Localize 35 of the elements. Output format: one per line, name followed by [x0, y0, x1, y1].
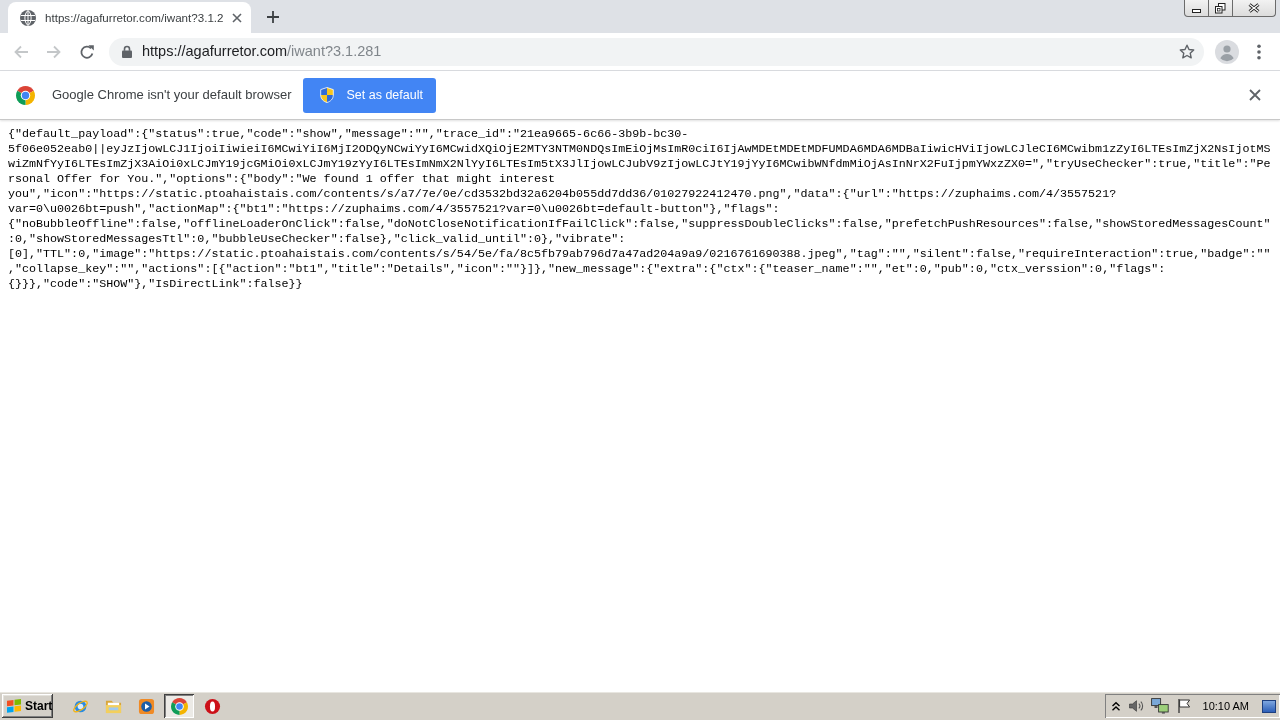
plus-icon[interactable]	[266, 11, 279, 23]
chevron-up-icon[interactable]	[1110, 700, 1121, 712]
close-window-button[interactable]	[1233, 0, 1276, 17]
browser-logo-icon	[16, 85, 35, 105]
infobar-message: Google Chrome isn't your default browser	[52, 86, 292, 105]
globe-icon	[20, 9, 36, 26]
oval-ring-icon[interactable]	[203, 697, 221, 715]
menu-icon[interactable]	[1257, 43, 1261, 60]
start-logo-icon	[6, 698, 22, 714]
shield-icon	[320, 87, 335, 103]
flag-icon[interactable]	[1175, 698, 1192, 714]
browser-logo-icon	[170, 697, 188, 715]
close-icon[interactable]	[1249, 89, 1261, 101]
minimize-button[interactable]	[1184, 0, 1209, 17]
restore-button[interactable]	[1209, 0, 1233, 17]
speaker-icon[interactable]	[1127, 698, 1144, 714]
address-bar[interactable]: https://agafurretor.com/iwant?3.1.281	[109, 37, 1204, 66]
play-tile-icon[interactable]	[137, 697, 155, 715]
avatar-icon[interactable]	[1215, 39, 1239, 64]
minimize-icon	[1192, 9, 1201, 13]
close-icon[interactable]	[231, 12, 242, 23]
reload-icon[interactable]	[79, 43, 95, 60]
star-icon[interactable]	[1179, 43, 1195, 60]
url-text: https://agafurretor.com/iwant?3.1.281	[142, 41, 382, 61]
json-text: {"default_payload":{"status":true,"code":"show","message":"","trace_id":"21ea9665-6c66-3b9b-bc30-5f06e052eab0||eyJzIjowLCJ1IjoiIiwieiI6MCwiYiI6MjI2ODQyNCwiYyI6MCwidXQiOjE2MTY3NTM0NDQsImEiOjMsImR0ciI6IjAwMDEtMDEtMDFUMDA6MDA6MDBaIiwicHViIjowLCJleCI6MCwibm1zZyI6LTEsImZjX2NsIjotMSwiZmNfYyI6LTEsImZjX3AiOi0xLCJmY19jcGMiOi0xLCJmY19zYyI6LTEsImNmX2NlYyI6LTEsIm5tX3JlIjowLCJubV9zIjowLCJtY19jYyI6MCwibWNfdmMiOjAsInNrX2FuIjpmYWxzZX0=","tryUseChecker":true,"title":"Personal Offer for You.","options":{"body":"We found 1 offer that might interest you","icon":"https://static.ptoahaistais.com/contents/s/a7/7e/0e/cd3532bd32a6204b055dd7dd36/01027922412470.png","data":{"url":"https://zuphaims.com/4/3557521?var=0\u0026bt=push","actionMap":{"bt1":"https://zuphaims.com/4/3557521?var=0\u0026bt=default-button"},"flags":{"noBubbleOffline":false,"offlineLoaderOnClick":false,"doNotCloseNotificationIfFailClick":false,"suppressDoubleClicks":false,"prefetchPushResources":false,"showStoredMessagesCount":0,"showStoredMessagesTtl":0,"bubbleUseChecker":false},"click_valid_until":0},"vibrate":[0],"TTL":0,"image":"https://static.ptoahaistais.com/contents/s/54/5e/fa/8c5fb79ab796d7a47ad204a9a9/0216761690388.jpeg","tag":"","silent":false,"requireInteraction":true,"badge":"","collapse_key":"","actions":[{"action":"bt1","title":"Details","icon":""}]},"new_message":{"extra":{"ctx":{"teaser_name":"","et":0,"pub":0,"ctx_verssion":0,"flags":{}}},"code":"SHOW"},"IsDirectLink":false}}	[8, 127, 1271, 292]
restore-icon	[1215, 2, 1226, 14]
show-desktop-button[interactable]	[1262, 699, 1276, 713]
lock-icon	[122, 45, 132, 58]
network-icon[interactable]	[1150, 698, 1169, 714]
taskbar-button[interactable]	[164, 694, 194, 718]
start-button[interactable]: Start	[2, 694, 53, 718]
browser-tab[interactable]: https://agafurretor.com/iwant?3.1.2	[8, 2, 251, 33]
clock-time[interactable]: 10:10 AM	[1202, 697, 1249, 715]
close-icon	[1248, 3, 1260, 13]
set-default-button[interactable]: Set as default	[303, 77, 436, 113]
